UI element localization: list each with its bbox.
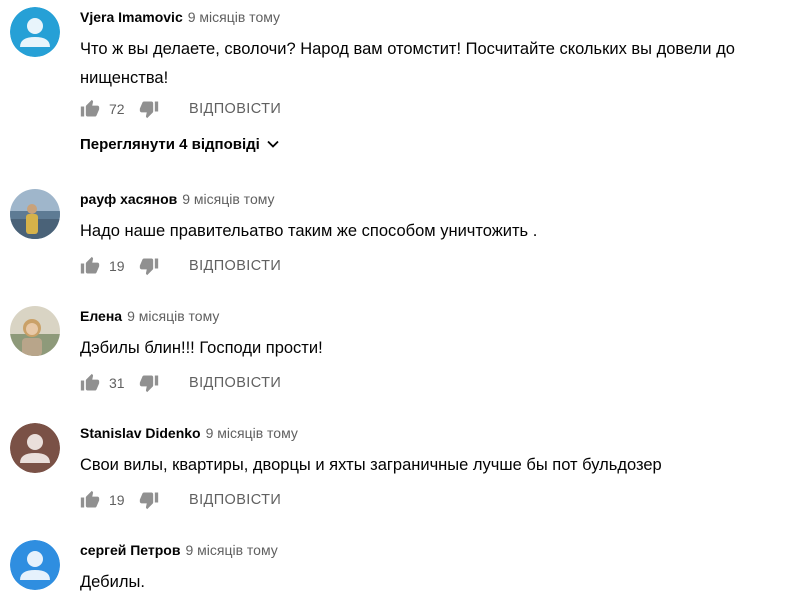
person-icon (10, 7, 60, 57)
like-button[interactable] (80, 99, 100, 119)
reply-button[interactable]: ВІДПОВІСТИ (189, 375, 281, 391)
comment-header: сергей Петров 9 місяців тому (80, 540, 792, 560)
comment-body: рауф хасянов 9 місяців тому Надо наше пра… (80, 189, 792, 246)
view-replies-button[interactable]: Переглянути 4 відповіді (80, 133, 280, 155)
comment-time[interactable]: 9 місяців тому (188, 9, 280, 25)
like-button[interactable] (80, 256, 100, 276)
comment-actions: 72 ВІДПОВІСТИ (80, 97, 281, 121)
like-count: 19 (109, 258, 125, 274)
comment-header: Stanislav Didenko 9 місяців тому (80, 423, 792, 443)
reply-button[interactable]: ВІДПОВІСТИ (189, 101, 281, 117)
comment-time[interactable]: 9 місяців тому (206, 425, 298, 441)
comment-text-line: Что ж вы делаете, сволочи? Народ вам ото… (80, 40, 735, 58)
reply-button[interactable]: ВІДПОВІСТИ (189, 258, 281, 274)
like-button[interactable] (80, 490, 100, 510)
thumb-up-icon (80, 373, 100, 391)
comment-body: сергей Петров 9 місяців тому Дебилы. (80, 540, 792, 597)
thumb-up-icon (80, 99, 100, 117)
thumb-up-icon (80, 490, 100, 508)
dislike-button[interactable] (139, 373, 159, 393)
author-name[interactable]: сергей Петров (80, 542, 180, 558)
avatar[interactable] (10, 7, 60, 57)
thumb-down-icon (139, 258, 159, 276)
like-button[interactable] (80, 373, 100, 393)
thumb-down-icon (139, 492, 159, 510)
thumb-down-icon (139, 101, 159, 119)
comment-time[interactable]: 9 місяців тому (185, 542, 277, 558)
user-photo (10, 306, 60, 356)
comments-section: Vjera Imamovic 9 місяців тому Что ж вы де… (0, 0, 796, 599)
comment-text-line: Дебилы. (80, 573, 145, 591)
avatar[interactable] (10, 540, 60, 590)
like-count: 31 (109, 375, 125, 391)
comment-actions: 31 ВІДПОВІСТИ (80, 371, 281, 395)
comment-header: Елена 9 місяців тому (80, 306, 792, 326)
comment-actions: 19 ВІДПОВІСТИ (80, 254, 281, 278)
comment-text: Что ж вы делаете, сволочи? Народ вам ото… (80, 35, 792, 93)
comment-time[interactable]: 9 місяців тому (127, 308, 219, 324)
comment-text-line: нищенства! (80, 69, 169, 87)
author-name[interactable]: Vjera Imamovic (80, 9, 183, 25)
comment-time[interactable]: 9 місяців тому (182, 191, 274, 207)
comment-header: рауф хасянов 9 місяців тому (80, 189, 792, 209)
avatar[interactable] (10, 189, 60, 239)
comment-body: Елена 9 місяців тому Дэбилы блин!!! Госпо… (80, 306, 792, 363)
comment-body: Stanislav Didenko 9 місяців тому Свои вил… (80, 423, 792, 480)
like-count: 72 (109, 101, 125, 117)
like-count: 19 (109, 492, 125, 508)
comment-text: Свои вилы, квартиры, дворцы и яхты загра… (80, 451, 792, 480)
comment-text-line: Дэбилы блин!!! Господи прости! (80, 339, 323, 357)
comment-text-line: Свои вилы, квартиры, дворцы и яхты загра… (80, 456, 662, 474)
comment-text-line: Надо наше правительатво таким же способо… (80, 222, 538, 240)
thumb-down-icon (139, 375, 159, 393)
reply-button[interactable]: ВІДПОВІСТИ (189, 492, 281, 508)
view-replies-label: Переглянути 4 відповіді (80, 135, 260, 153)
person-icon (10, 540, 60, 590)
comment-header: Vjera Imamovic 9 місяців тому (80, 7, 792, 27)
person-icon (10, 423, 60, 473)
author-name[interactable]: Stanislav Didenko (80, 425, 201, 441)
comment-actions: 19 ВІДПОВІСТИ (80, 488, 281, 512)
comment-text: Дэбилы блин!!! Господи прости! (80, 334, 792, 363)
comment-text: Надо наше правительатво таким же способо… (80, 217, 792, 246)
chevron-down-icon (266, 137, 280, 151)
user-photo (10, 189, 60, 239)
avatar[interactable] (10, 306, 60, 356)
avatar[interactable] (10, 423, 60, 473)
dislike-button[interactable] (139, 256, 159, 276)
dislike-button[interactable] (139, 490, 159, 510)
comment-text: Дебилы. (80, 568, 792, 597)
thumb-up-icon (80, 256, 100, 274)
author-name[interactable]: Елена (80, 308, 122, 324)
author-name[interactable]: рауф хасянов (80, 191, 177, 207)
comment-body: Vjera Imamovic 9 місяців тому Что ж вы де… (80, 7, 792, 93)
dislike-button[interactable] (139, 99, 159, 119)
